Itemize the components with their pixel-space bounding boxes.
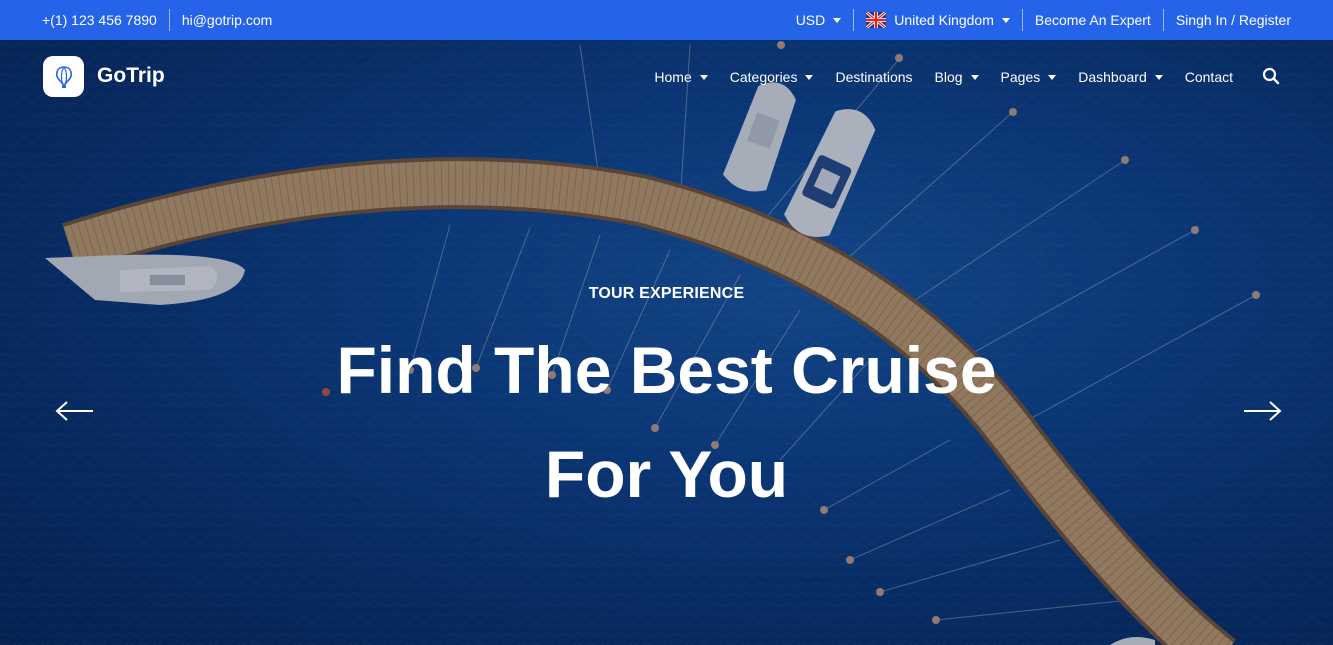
become-expert-link[interactable]: Become An Expert (1035, 12, 1151, 28)
nav-item-label: Dashboard (1078, 69, 1147, 85)
hero-subtitle: TOUR EXPERIENCE (588, 285, 745, 302)
nav-item-categories[interactable]: Categories (730, 69, 814, 85)
hero-title-line: Find The Best Cruise (336, 333, 997, 407)
chevron-down-icon (1154, 74, 1163, 80)
chevron-down-icon (805, 74, 814, 80)
nav-item-label: Categories (729, 69, 798, 85)
search-icon[interactable] (1262, 67, 1280, 85)
arrow-left-icon[interactable] (55, 398, 95, 424)
arrow-right-icon[interactable] (1242, 398, 1282, 424)
chevron-down-icon (970, 74, 979, 80)
chevron-down-icon (833, 17, 842, 23)
divider (853, 9, 855, 31)
nav-item-contact[interactable]: Contact (1185, 69, 1233, 85)
logo[interactable] (43, 56, 84, 97)
language-label: United Kingdom (894, 12, 994, 28)
signin-register-link[interactable]: Singh In / Register (1176, 12, 1291, 28)
currency-label: USD (795, 12, 826, 28)
chevron-down-icon (699, 74, 708, 80)
top-bar-actions: USD United Kingdom Become An Expert Sing… (796, 0, 1291, 40)
nav-item-label: Pages (1000, 69, 1041, 85)
nav-item-destinations[interactable]: Destinations (835, 69, 912, 85)
divider (168, 9, 170, 31)
main-navigation: GoTrip Home Categories Destinations Blog… (0, 40, 1333, 116)
nav-item-label: Destinations (835, 69, 913, 85)
nav-item-label: Blog (934, 69, 963, 85)
nav-item-dashboard[interactable]: Dashboard (1078, 69, 1163, 85)
currency-selector[interactable]: USD (796, 12, 842, 28)
nav-item-home[interactable]: Home (654, 69, 708, 85)
nav-menu: Home Categories Destinations Blog Pages … (654, 69, 1233, 85)
uk-flag-icon (866, 12, 887, 28)
nav-item-label: Home (654, 69, 692, 85)
nav-item-label: Contact (1184, 69, 1233, 85)
email-link[interactable]: hi@gotrip.com (182, 12, 272, 28)
balloon-logo-icon (55, 65, 72, 88)
top-bar: +(1) 123 456 7890 hi@gotrip.com USD Unit… (0, 0, 1333, 40)
divider (1162, 9, 1164, 31)
nav-item-blog[interactable]: Blog (935, 69, 979, 85)
contact-info: +(1) 123 456 7890 hi@gotrip.com (42, 0, 272, 40)
chevron-down-icon (1001, 17, 1010, 23)
hero-title: Find The Best Cruise For You (0, 318, 1333, 526)
nav-item-pages[interactable]: Pages (1001, 69, 1057, 85)
divider (1021, 9, 1023, 31)
chevron-down-icon (1048, 74, 1057, 80)
brand-name[interactable]: GoTrip (97, 64, 165, 88)
language-selector[interactable]: United Kingdom (866, 12, 1010, 28)
hero-title-line: For You (544, 437, 789, 511)
phone-link[interactable]: +(1) 123 456 7890 (42, 12, 157, 28)
